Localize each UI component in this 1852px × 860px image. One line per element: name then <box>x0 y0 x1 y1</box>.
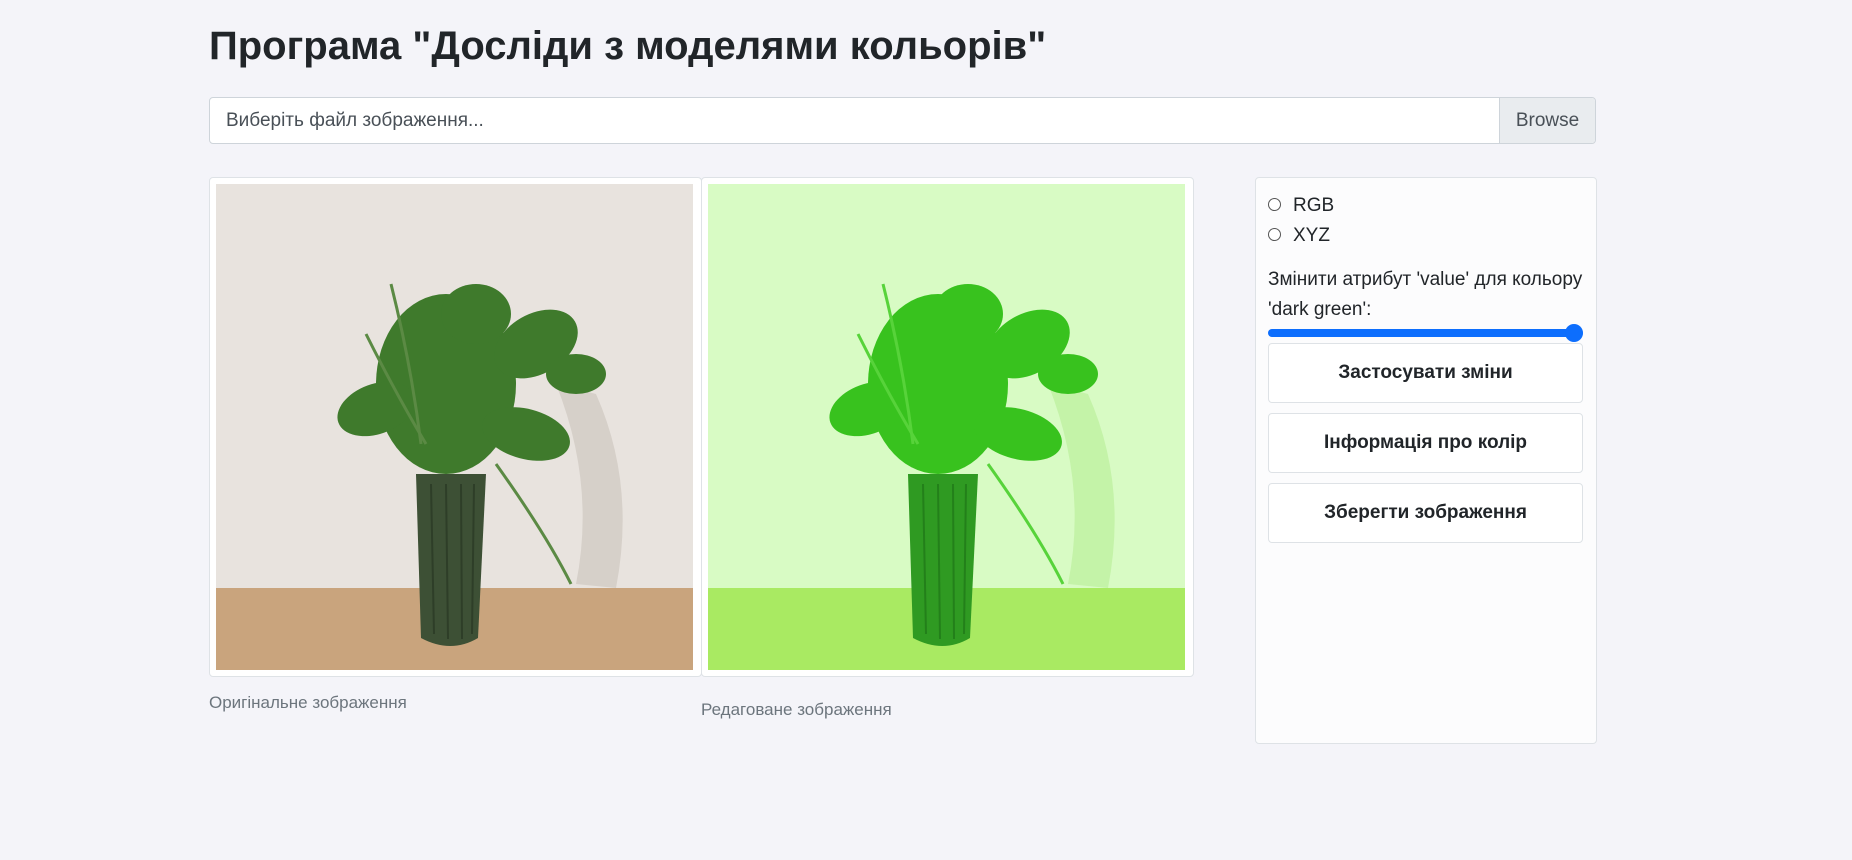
original-image <box>216 184 693 670</box>
file-input[interactable]: Виберіть файл зображення... Browse <box>209 97 1596 144</box>
radio-xyz[interactable]: XYZ <box>1268 225 1330 247</box>
file-input-placeholder[interactable]: Виберіть файл зображення... <box>210 98 1499 143</box>
radio-rgb-label: RGB <box>1293 195 1335 216</box>
original-image-caption: Оригінальне зображення <box>209 693 407 712</box>
edited-image-frame <box>701 177 1194 677</box>
original-image-frame <box>209 177 702 677</box>
slider-label: Змінити атрибут 'value' для кольору 'dar… <box>1268 269 1583 320</box>
radio-rgb-button[interactable] <box>1268 197 1281 211</box>
slider-thumb[interactable] <box>1565 324 1583 342</box>
slider-track <box>1268 329 1583 337</box>
apply-changes-button[interactable]: Застосувати зміни <box>1268 343 1583 403</box>
value-slider[interactable] <box>1268 324 1583 342</box>
browse-button[interactable]: Browse <box>1499 98 1595 143</box>
page-title: Програма "Досліди з моделями кольорів" <box>209 24 1047 68</box>
radio-xyz-button[interactable] <box>1268 227 1281 241</box>
radio-rgb[interactable]: RGB <box>1268 195 1334 217</box>
control-panel: RGB XYZ Змінити атрибут 'value' для коль… <box>1255 177 1597 744</box>
edited-image-caption: Редаговане зображення <box>701 700 892 719</box>
edited-image <box>708 184 1185 670</box>
save-image-button[interactable]: Зберегти зображення <box>1268 483 1583 543</box>
color-info-button[interactable]: Інформація про колір <box>1268 413 1583 473</box>
radio-xyz-label: XYZ <box>1293 225 1330 246</box>
